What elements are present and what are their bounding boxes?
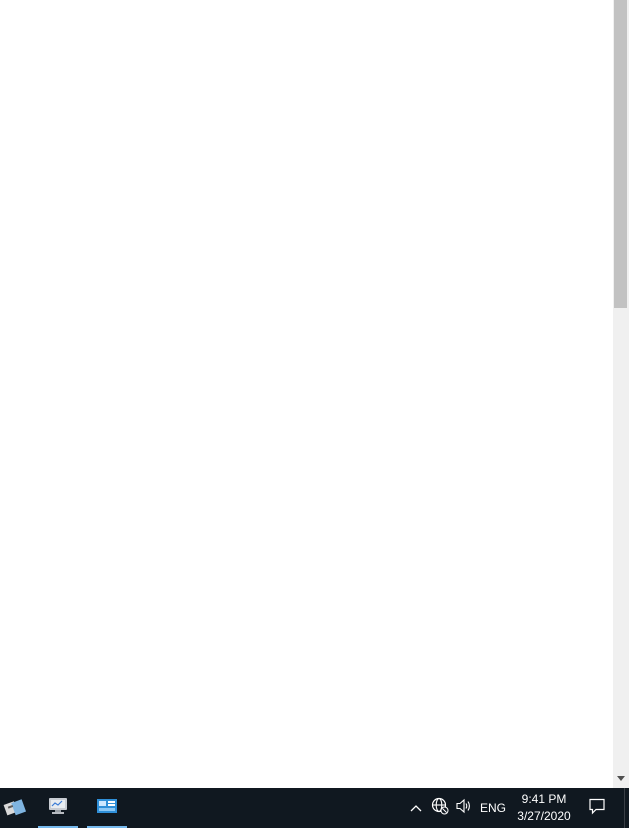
volume-tray-button[interactable] [453,788,475,828]
vertical-scrollbar[interactable] [613,0,629,788]
network-icon [431,797,449,820]
server-manager-icon [3,795,27,822]
volume-icon [455,798,473,819]
taskbar-clock[interactable]: 9:41 PM 3/27/2020 [510,788,578,828]
notification-icon [588,797,606,820]
clock-date: 3/27/2020 [517,809,571,823]
control-panel-icon [95,795,119,822]
chevron-up-icon [410,799,422,817]
taskbar: ENG 9:41 PM 3/27/2020 [0,788,629,828]
network-tray-button[interactable] [429,788,451,828]
action-center-button[interactable] [582,788,612,828]
window-content-area [0,0,613,788]
scrollbar-thumb[interactable] [614,0,627,308]
show-desktop-button[interactable] [624,788,629,828]
scroll-down-arrow-icon[interactable] [613,770,629,788]
language-indicator[interactable]: ENG [478,788,508,828]
taskbar-app-computer-management[interactable] [38,788,78,828]
clock-time: 9:41 PM [521,792,567,806]
taskbar-app-server-manager[interactable] [0,788,30,828]
desktop-screen: ENG 9:41 PM 3/27/2020 [0,0,629,828]
taskbar-app-control-panel[interactable] [87,788,127,828]
computer-management-icon [46,795,70,822]
show-hidden-icons-button[interactable] [406,788,426,828]
